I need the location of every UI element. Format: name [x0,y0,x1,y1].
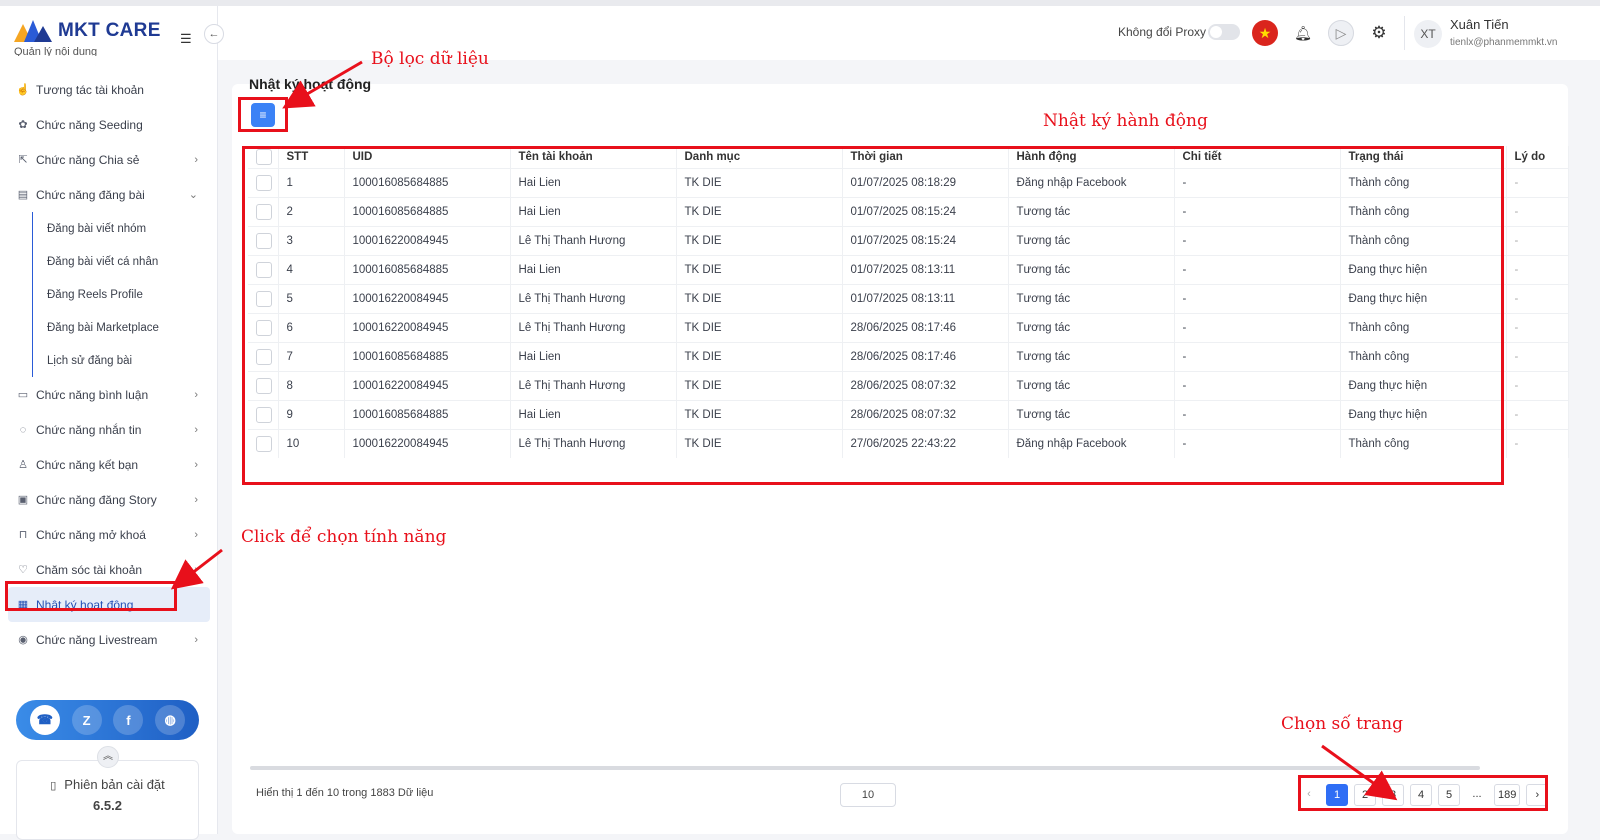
table-cell: - [1506,341,1569,371]
chevron-right-icon: › [194,493,198,506]
highlight-filter [238,97,288,132]
chevron-right-icon: › [194,388,198,401]
logo-mark-icon [14,20,54,42]
table-cell: - [1506,370,1569,400]
bell-icon[interactable]: 🔔︎ [1290,20,1316,46]
proxy-label: Không đổi Proxy [1118,25,1207,39]
sidebar-item-message[interactable]: ◌ Chức năng nhắn tin › [8,412,210,447]
user-email: tienlx@phanmemmkt.vn [1450,37,1558,48]
table-cell: - [1506,428,1569,458]
facebook-icon[interactable]: f [113,705,144,735]
chevron-down-icon: ⌄ [188,189,198,201]
social-bar: ☎ Zf ◍ [16,700,199,740]
sidebar-subitem-2[interactable]: Đăng bài viết cá nhân [32,245,210,278]
gear-icon[interactable]: ⚙ [1366,20,1392,46]
chevron-right-icon: › [194,458,198,471]
sidebar-item-story[interactable]: ▣ Chức năng đăng Story › [8,482,210,517]
sidebar-item-post[interactable]: ▤ Chức năng đăng bài ⌄ [8,177,210,212]
table-cell: - [1506,225,1569,255]
sidebar: MKT CARE ☰ Quản lý nội dung ☝ Tương tác t… [0,6,218,840]
sidebar-item-label: Chức năng đăng bài [36,187,145,202]
sidebar-item-label: Chức năng Chia sẻ [36,152,140,167]
sidebar-menu: ☝ Tương tác tài khoản ✿ Chức năng Seeding ⇱ C… [8,72,210,657]
livestream-icon: ◉ [18,634,28,646]
sidebar-subitem-5[interactable]: Lịch sử đăng bài [32,344,210,377]
comment-icon: ▭ [17,389,29,401]
user-name[interactable]: Xuân Tiến [1450,17,1509,32]
page-size-select[interactable]: 10 [840,783,896,807]
sidebar-item-friend[interactable]: ♙ Chức năng kết bạn › [8,447,210,482]
chevron-right-icon: › [194,633,198,646]
story-icon: ▣ [17,494,29,506]
annotation-filter: Bộ lọc dữ liệu [371,49,489,69]
highlight-pagination [1298,775,1548,811]
column-header: Lý do [1506,146,1569,168]
add-friend-icon: ♙ [18,459,28,471]
table-cell: - [1506,283,1569,313]
sidebar-item-label: Tương tác tài khoản [36,82,144,97]
sidebar-item-interact[interactable]: ☝ Tương tác tài khoản [8,72,210,107]
tap-icon: ☝ [16,84,30,96]
share-icon: ⇱ [18,154,28,166]
menu-toggle-icon[interactable]: ☰ [180,31,192,47]
chevron-right-icon: › [194,423,198,436]
annotation-pages: Chọn số trang [1281,714,1403,734]
header-divider [1404,16,1405,50]
avatar[interactable]: XT [1414,20,1442,48]
horizontal-scrollbar[interactable] [250,766,1480,770]
sidebar-subitem-4[interactable]: Đăng bài Marketplace [32,311,210,344]
flag-vn-icon[interactable]: ★ [1252,20,1278,46]
sidebar-item-livestream[interactable]: ◉ Chức năng Livestream › [8,622,210,657]
lock-icon: ⊓ [18,529,28,541]
collapse-sidebar-button[interactable]: ← [204,24,224,44]
version-card: ▯ Phiên bản cài đặt 6.5.2 [16,760,199,840]
page-title: Nhật ký hoạt động [249,76,372,92]
sidebar-item-label: Chức năng nhắn tin [36,422,142,437]
sidebar-subitem-1[interactable]: Đăng bài viết nhóm [32,212,210,245]
sidebar-item-content[interactable]: Quản lý nội dung [14,46,97,56]
annotation-click: Click để chọn tính năng [241,527,447,547]
table-cell: - [1506,399,1569,429]
chevron-right-icon: › [194,528,198,541]
chevron-up-icon[interactable]: ︽ [97,746,119,768]
sidebar-subitem-3[interactable]: Đăng Reels Profile [32,278,210,311]
annotation-log: Nhật ký hành động [1043,111,1208,131]
sidebar-item-label: Chức năng kết bạn [36,457,139,472]
chevron-right-icon: › [194,563,198,576]
chevron-right-icon: › [194,153,198,166]
highlight-table [242,146,1504,485]
play-icon[interactable]: ▷ [1328,20,1354,46]
sidebar-item-label: Chức năng bình luận [36,387,149,402]
zalo-icon[interactable]: Z [71,705,102,735]
care-icon: ♡ [18,564,28,576]
seed-icon: ✿ [18,119,28,131]
table-cell: - [1506,312,1569,342]
globe-icon[interactable]: ◍ [155,705,186,735]
sidebar-item-unlock[interactable]: ⊓ Chức năng mở khoá › [8,517,210,552]
table-cell: - [1506,167,1569,197]
brand-logo[interactable]: MKT CARE [14,18,161,44]
highlight-activity-log [5,581,177,611]
version-number: 6.5.2 [93,798,122,813]
table-cell: - [1506,254,1569,284]
pagination-info: Hiển thị 1 đến 10 trong 1883 Dữ liệu [256,787,434,799]
brand-name: MKT CARE [58,20,161,41]
support-icon[interactable]: ☎ [29,705,60,735]
proxy-toggle[interactable] [1208,24,1240,40]
version-label: Phiên bản cài đặt [64,777,165,792]
table-cell: - [1506,196,1569,226]
sidebar-item-label: Chức năng Seeding [36,117,143,132]
post-icon: ▤ [17,189,29,201]
message-icon: ◌ [19,423,27,436]
sidebar-item-comment[interactable]: ▭ Chức năng bình luận › [8,377,210,412]
sidebar-item-label: Chăm sóc tài khoản [36,562,143,577]
sidebar-item-label: Chức năng đăng Story [36,492,157,507]
sidebar-item-share[interactable]: ⇱ Chức năng Chia sẻ › [8,142,210,177]
version-icon: ▯ [50,780,57,792]
sidebar-item-label: Chức năng Livestream [36,632,158,647]
sidebar-item-seeding[interactable]: ✿ Chức năng Seeding [8,107,210,142]
sidebar-item-label: Chức năng mở khoá [36,527,146,542]
